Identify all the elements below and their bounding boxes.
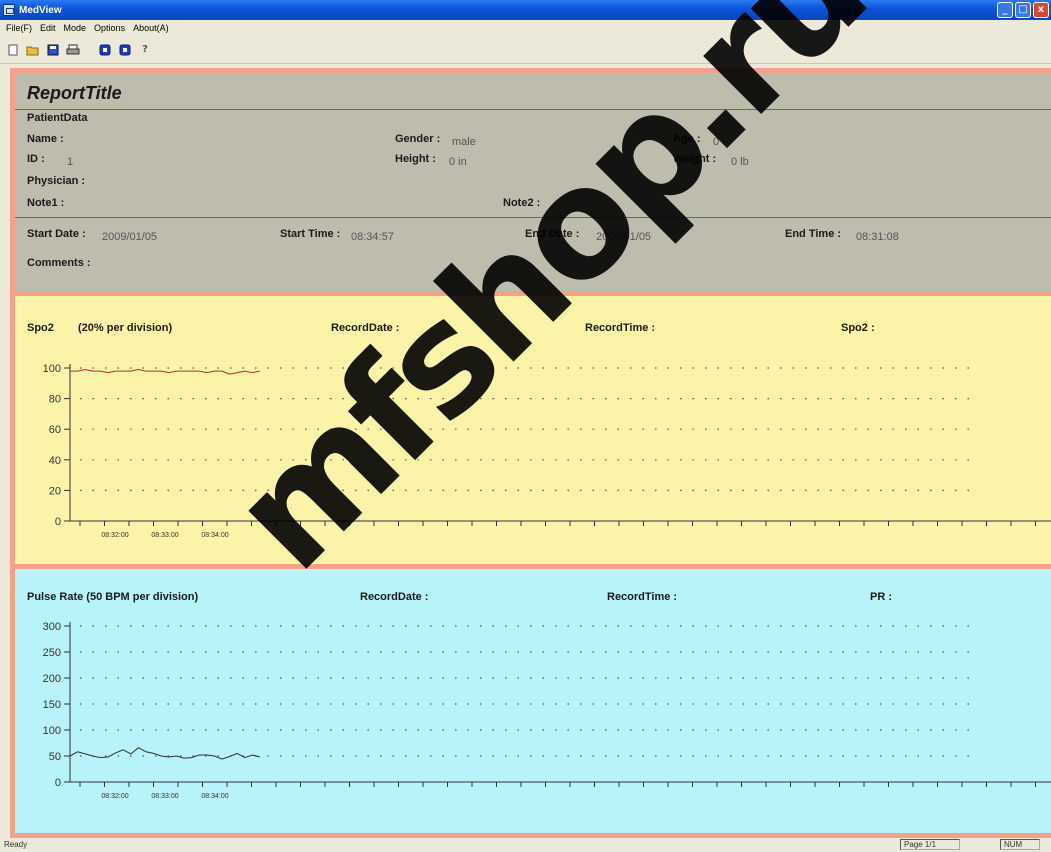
- end-date-value: 2009/01/05: [596, 231, 652, 243]
- weight-label: Weight :: [673, 153, 717, 165]
- report-title: ReportTitle: [27, 83, 122, 103]
- open-icon[interactable]: [26, 43, 40, 57]
- status-bar: Ready Page 1/1 NUM: [0, 838, 1051, 852]
- y-tick-label: 40: [49, 455, 61, 467]
- y-tick-label: 200: [43, 673, 61, 685]
- age-label: Age :: [673, 133, 701, 145]
- y-tick-label: 100: [43, 725, 61, 737]
- title-bar[interactable]: MedView _ □ x: [0, 0, 1051, 20]
- y-tick-label: 300: [43, 621, 61, 633]
- start-time-label: Start Time :: [280, 228, 341, 240]
- end-date-label: End Date :: [525, 228, 580, 240]
- menu-bar: File(F) Edit Mode Options About(A): [0, 20, 1051, 36]
- y-tick-label: 0: [55, 777, 61, 789]
- note1-label: Note1 :: [27, 197, 65, 209]
- y-tick-label: 50: [49, 751, 61, 763]
- window-controls: _ □ x: [997, 2, 1049, 18]
- menu-about[interactable]: About(A): [133, 23, 169, 33]
- menu-options[interactable]: Options: [94, 23, 125, 33]
- y-tick-label: 100: [43, 363, 61, 375]
- weight-value: 0 lb: [731, 156, 749, 168]
- height-label: Height :: [395, 153, 436, 165]
- minimize-button[interactable]: _: [997, 2, 1013, 18]
- series-line: [69, 747, 261, 760]
- record-icon[interactable]: [98, 43, 112, 57]
- start-time-value: 08:34:57: [351, 231, 394, 243]
- app-icon: [3, 4, 15, 16]
- close-button[interactable]: x: [1033, 2, 1049, 18]
- y-tick-label: 80: [49, 394, 61, 406]
- new-icon[interactable]: [6, 43, 20, 57]
- toolbar: ?: [0, 36, 1051, 64]
- window-title: MedView: [19, 4, 62, 16]
- pulse-rate-chart: 0 50 100 150 200 250 300 08:32:00 08:33:00 08:34:…: [43, 621, 1051, 800]
- pulse-rate-panel: Pulse Rate (50 BPM per division) RecordD…: [15, 569, 1051, 833]
- x-tick-label: 08:33:00: [151, 532, 178, 539]
- stop-icon[interactable]: [118, 43, 132, 57]
- help-icon[interactable]: ?: [138, 43, 152, 57]
- y-tick-label: 0: [55, 516, 61, 528]
- id-value: 1: [67, 156, 74, 168]
- menu-edit[interactable]: Edit: [40, 23, 56, 33]
- gender-value: male: [452, 136, 476, 148]
- divider: [15, 217, 1051, 218]
- patient-data-label: PatientData: [27, 112, 88, 124]
- start-date-label: Start Date :: [27, 228, 86, 240]
- status-mode: NUM: [1000, 839, 1040, 850]
- x-tick-label: 08:33:00: [151, 793, 178, 800]
- status-page: Page 1/1: [900, 839, 960, 850]
- print-icon[interactable]: [66, 43, 80, 57]
- maximize-button[interactable]: □: [1015, 2, 1031, 18]
- menu-file[interactable]: File(F): [6, 23, 32, 33]
- divider: [15, 109, 1051, 110]
- save-icon[interactable]: [46, 43, 60, 57]
- age-value: 0: [713, 136, 720, 148]
- menu-mode[interactable]: Mode: [64, 23, 87, 33]
- height-value: 0 in: [449, 156, 467, 168]
- x-tick-label: 08:34:00: [201, 793, 228, 800]
- y-tick-label: 60: [49, 424, 61, 436]
- id-label: ID :: [27, 153, 45, 165]
- patient-header-panel: ReportTitle PatientData Name : Gender : …: [15, 73, 1051, 291]
- comments-label: Comments :: [27, 257, 91, 269]
- start-date-value: 2009/01/05: [102, 231, 158, 243]
- name-label: Name :: [27, 133, 64, 145]
- spo2-chart: 0 20 40 60 80 100 08:32:00 08:33:00 08:34:00: [43, 363, 1051, 539]
- gender-label: Gender :: [395, 133, 441, 145]
- report-frame: ReportTitle PatientData Name : Gender : …: [10, 68, 1051, 838]
- y-tick-label: 150: [43, 699, 61, 711]
- end-time-value: 08:31:08: [856, 231, 899, 243]
- physician-label: Physician :: [27, 175, 86, 187]
- end-time-label: End Time :: [785, 228, 842, 240]
- status-text: Ready: [4, 840, 28, 849]
- series-line: [70, 368, 261, 375]
- y-tick-label: 20: [49, 485, 61, 497]
- x-tick-label: 08:34:00: [201, 532, 228, 539]
- x-tick-label: 08:32:00: [101, 793, 128, 800]
- medview-window: MedView _ □ x File(F) Edit Mode Options …: [0, 0, 1051, 852]
- spo2-panel: Spo2 (20% per division) RecordDate : Rec…: [15, 296, 1051, 564]
- x-tick-label: 08:32:00: [101, 532, 128, 539]
- y-tick-label: 250: [43, 647, 61, 659]
- note2-label: Note2 :: [503, 197, 541, 209]
